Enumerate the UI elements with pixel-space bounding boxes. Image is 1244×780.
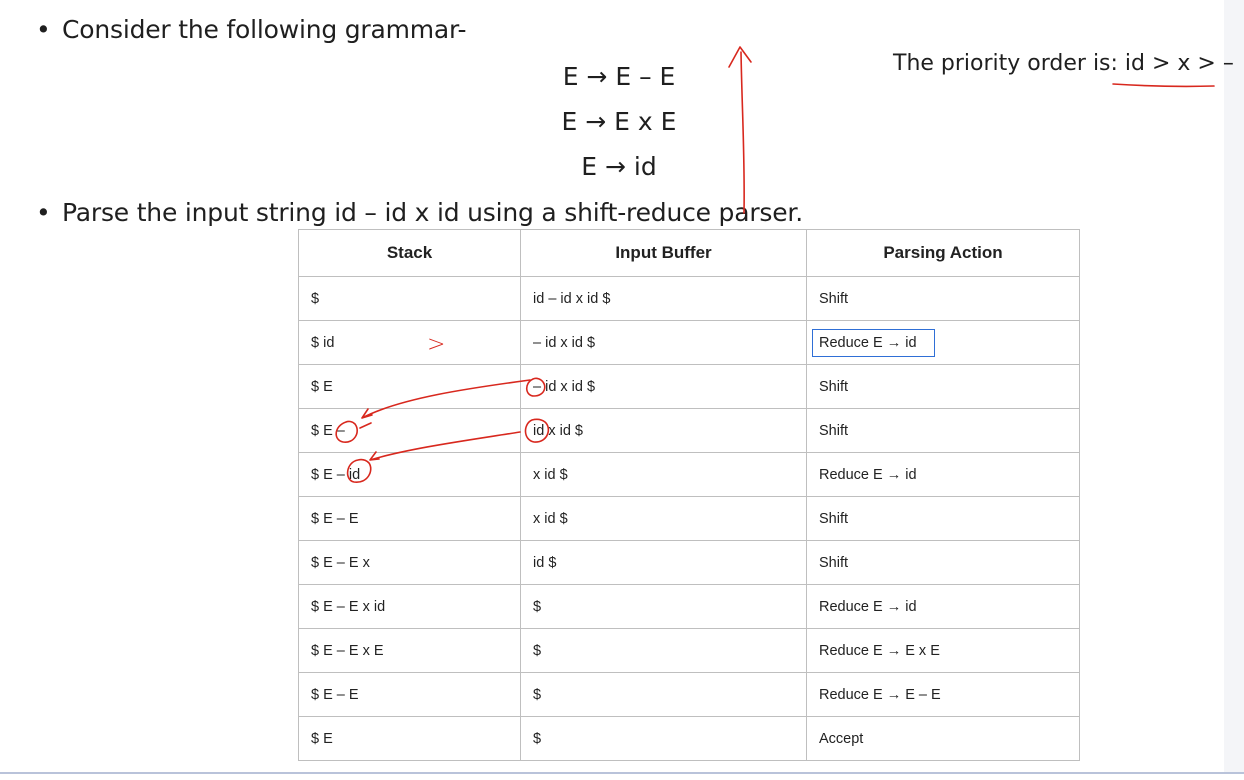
parsing-action-cell: Reduce E → id (806, 584, 1080, 629)
input-buffer-cell: – id x id $ (520, 320, 807, 365)
input-buffer-cell: $ (520, 628, 807, 673)
bullet-parse-instruction: • Parse the input string id – id x id usi… (36, 198, 803, 227)
highlighted-action-box: Reduce E → id (812, 328, 935, 357)
priority-order-note: The priority order is: id > x > – (893, 51, 1234, 76)
stack-cell: $ E (298, 364, 521, 409)
parsing-action-cell: Shift (806, 408, 1080, 453)
stack-cell: $ E – E (298, 496, 521, 541)
table-row: $ E – E x id $ Reduce E → id (298, 584, 1080, 629)
table-row: $ E – id x id $ Shift (298, 408, 1080, 453)
header-input-buffer: Input Buffer (520, 229, 807, 277)
parsing-action-cell: Reduce E → E x E (806, 628, 1080, 673)
input-buffer-cell: $ (520, 716, 807, 761)
table-header-row: Stack Input Buffer Parsing Action (298, 229, 1080, 277)
table-row: $ E $ Accept (298, 716, 1080, 761)
bullet-dot-icon: • (36, 15, 51, 44)
table-row: $ E – E $ Reduce E → E – E (298, 672, 1080, 717)
input-buffer-cell: x id $ (520, 452, 807, 497)
table-row: $ E – E x id $ Shift (298, 540, 1080, 585)
header-parsing-action: Parsing Action (806, 229, 1080, 277)
page-bottom-border (0, 772, 1244, 774)
table-row: $ E – E x E $ Reduce E → E x E (298, 628, 1080, 673)
table-row: $ id – id x id $ Reduce E → id (298, 320, 1080, 365)
stack-cell: $ (298, 276, 521, 321)
table-row: $ id – id x id $ Shift (298, 276, 1080, 321)
stack-cell: $ E – id (298, 452, 521, 497)
grammar-intro-text: Consider the following grammar- (62, 15, 467, 44)
header-stack: Stack (298, 229, 521, 277)
input-buffer-cell: id – id x id $ (520, 276, 807, 321)
input-buffer-cell: id $ (520, 540, 807, 585)
table-row: $ E – id x id $ Reduce E → id (298, 452, 1080, 497)
parsing-action-cell: Reduce E → E – E (806, 672, 1080, 717)
stack-cell: $ E – E x id (298, 584, 521, 629)
input-buffer-cell: $ (520, 672, 807, 717)
bullet-dot-icon: • (36, 198, 51, 227)
stack-cell: $ E (298, 716, 521, 761)
input-buffer-cell: x id $ (520, 496, 807, 541)
parsing-action-cell: Shift (806, 540, 1080, 585)
table-row: $ E – E x id $ Shift (298, 496, 1080, 541)
parse-instruction-text: Parse the input string id – id x id usin… (62, 198, 803, 227)
stack-cell: $ id (298, 320, 521, 365)
input-buffer-cell: $ (520, 584, 807, 629)
grammar-rule: E → id (581, 152, 657, 181)
input-buffer-cell: id x id $ (520, 408, 807, 453)
shift-reduce-parsing-table: Stack Input Buffer Parsing Action $ id –… (298, 229, 1080, 761)
stack-cell: $ E – (298, 408, 521, 453)
stack-cell: $ E – E x (298, 540, 521, 585)
parsing-action-cell: Shift (806, 364, 1080, 409)
parsing-action-cell: Shift (806, 496, 1080, 541)
bullet-grammar-intro: • Consider the following grammar- (36, 15, 467, 44)
stack-cell: $ E – E (298, 672, 521, 717)
input-buffer-cell: – id x id $ (520, 364, 807, 409)
parsing-action-cell: Reduce E → id (806, 320, 1080, 365)
parsing-action-cell: Shift (806, 276, 1080, 321)
grammar-rule: E → E x E (561, 107, 677, 136)
table-row: $ E – id x id $ Shift (298, 364, 1080, 409)
parsing-action-cell: Accept (806, 716, 1080, 761)
stack-cell: $ E – E x E (298, 628, 521, 673)
parsing-action-cell: Reduce E → id (806, 452, 1080, 497)
